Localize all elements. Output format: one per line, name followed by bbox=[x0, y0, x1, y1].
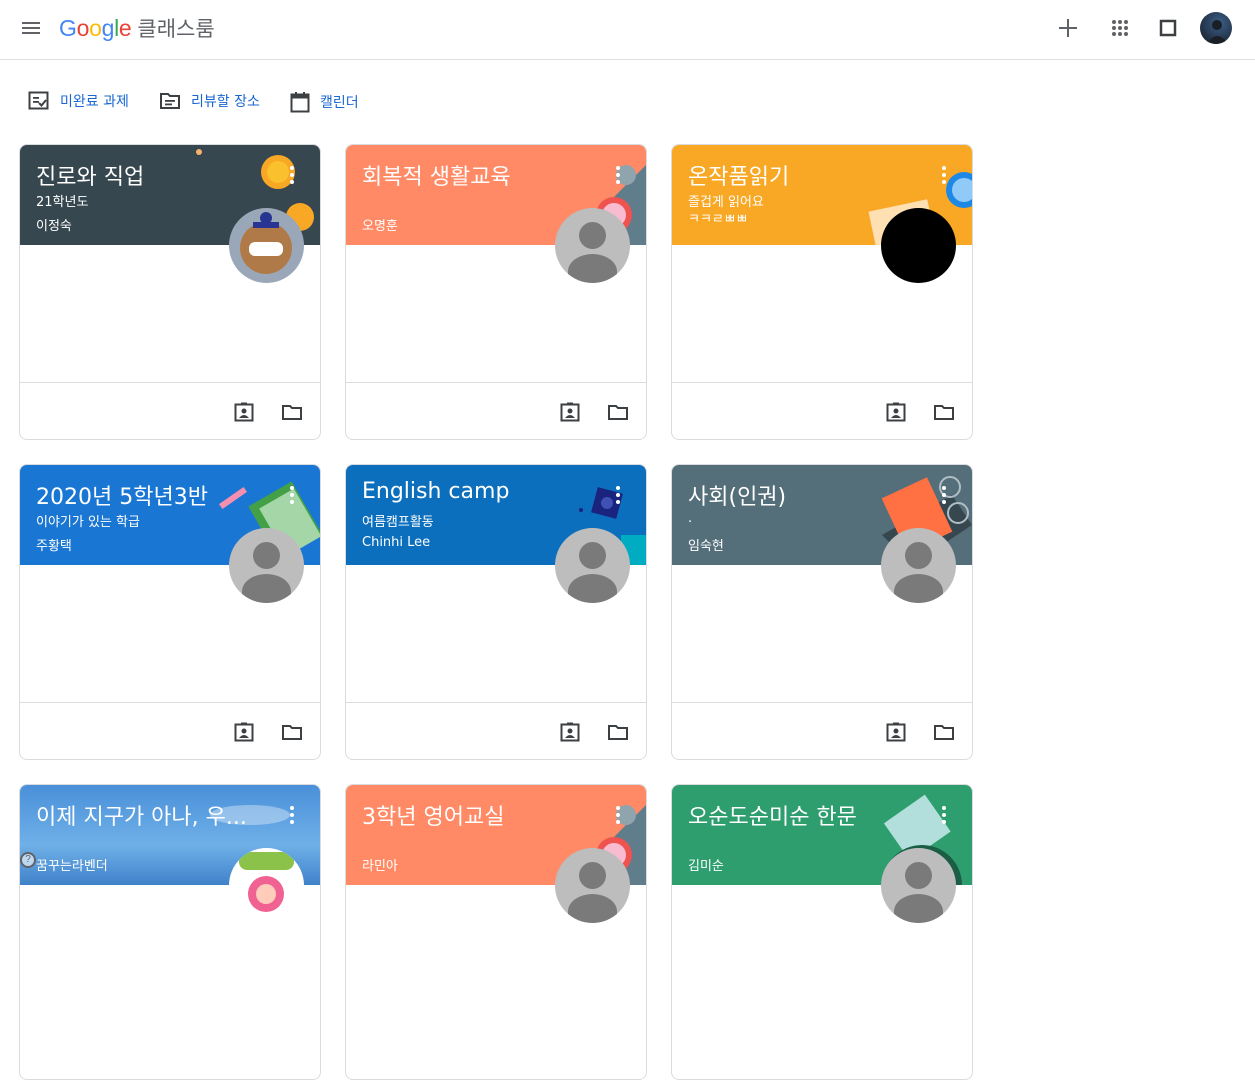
account-avatar[interactable] bbox=[1200, 12, 1232, 44]
folder-icon[interactable] bbox=[607, 401, 629, 423]
card-owner: 꿈꾸는라벤더 bbox=[36, 859, 108, 874]
card-title[interactable]: 2020년 5학년3반 bbox=[36, 479, 208, 511]
card-title[interactable]: 사회(인권) bbox=[688, 479, 786, 511]
card-footer bbox=[672, 382, 972, 439]
class-card[interactable]: 온작품읽기 즐겁게 읽어요 ㅋㅋㄹㅃㅃ bbox=[671, 144, 973, 440]
more-options-icon[interactable] bbox=[934, 485, 954, 505]
class-card[interactable]: 사회(인권) . 임숙현 bbox=[671, 464, 973, 760]
card-title[interactable]: 오순도순미순 한문 bbox=[688, 799, 857, 831]
card-footer bbox=[346, 702, 646, 759]
card-title[interactable]: 진로와 직업 bbox=[36, 159, 144, 191]
calendar-link[interactable]: 캘린더 bbox=[290, 91, 359, 113]
teacher-avatar bbox=[229, 848, 304, 923]
card-section: 즐겁게 읽어요 bbox=[688, 195, 764, 210]
card-footer bbox=[346, 382, 646, 439]
class-card[interactable]: 회복적 생활교육 오명훈 bbox=[345, 144, 647, 440]
menu-icon[interactable] bbox=[18, 15, 44, 41]
folder-icon[interactable] bbox=[281, 721, 303, 743]
card-section: . bbox=[688, 511, 693, 526]
card-owner: ㅋㅋㄹㅃㅃ bbox=[688, 213, 748, 222]
more-options-icon[interactable] bbox=[282, 805, 302, 825]
square-icon[interactable] bbox=[1154, 14, 1182, 42]
folder-icon[interactable] bbox=[607, 721, 629, 743]
more-options-icon[interactable] bbox=[608, 485, 628, 505]
assignments-icon[interactable] bbox=[885, 401, 907, 423]
class-card[interactable]: 이제 지구가 아나, 우... 꿈꾸는라벤더 bbox=[19, 784, 321, 1080]
card-owner: Chinhi Lee bbox=[362, 535, 431, 550]
card-title[interactable]: 회복적 생활교육 bbox=[362, 159, 511, 191]
more-options-icon[interactable] bbox=[934, 805, 954, 825]
sub-navigation: 미완료 과제 리뷰할 장소 캘린더 bbox=[0, 60, 1255, 142]
teacher-avatar bbox=[881, 528, 956, 603]
folder-icon[interactable] bbox=[933, 401, 955, 423]
teacher-avatar bbox=[229, 208, 304, 283]
teacher-avatar bbox=[881, 848, 956, 923]
review-icon bbox=[160, 93, 180, 109]
folder-icon[interactable] bbox=[281, 401, 303, 423]
todo-link[interactable]: 미완료 과제 bbox=[28, 91, 129, 111]
teacher-avatar bbox=[555, 208, 630, 283]
card-section: 여름캠프활동 bbox=[362, 515, 434, 530]
teacher-avatar bbox=[555, 848, 630, 923]
assignments-icon[interactable] bbox=[885, 721, 907, 743]
todo-icon bbox=[28, 91, 49, 110]
card-owner: 주황택 bbox=[36, 539, 72, 554]
teacher-avatar bbox=[881, 208, 956, 283]
assignments-icon[interactable] bbox=[233, 401, 255, 423]
teacher-avatar bbox=[229, 528, 304, 603]
todo-label: 미완료 과제 bbox=[60, 94, 129, 110]
review-link[interactable]: 리뷰할 장소 bbox=[159, 91, 260, 111]
review-label: 리뷰할 장소 bbox=[191, 94, 260, 110]
more-options-icon[interactable] bbox=[608, 805, 628, 825]
card-owner: 김미순 bbox=[688, 859, 724, 874]
card-footer bbox=[672, 702, 972, 759]
calendar-icon bbox=[290, 92, 310, 113]
help-icon[interactable]: ? bbox=[20, 852, 36, 868]
card-owner: 오명훈 bbox=[362, 219, 398, 234]
class-card[interactable]: 오순도순미순 한문 김미순 bbox=[671, 784, 973, 1080]
apps-icon[interactable] bbox=[1106, 14, 1134, 42]
folder-icon[interactable] bbox=[933, 721, 955, 743]
teacher-avatar bbox=[555, 528, 630, 603]
card-section: 21학년도 bbox=[36, 195, 89, 210]
card-footer bbox=[20, 382, 320, 439]
card-title[interactable]: English camp bbox=[362, 479, 509, 504]
card-footer bbox=[20, 702, 320, 759]
card-section: 이야기가 있는 학급 bbox=[36, 515, 140, 530]
class-card[interactable]: 3학년 영어교실 라민아 bbox=[345, 784, 647, 1080]
assignments-icon[interactable] bbox=[233, 721, 255, 743]
card-title[interactable]: 이제 지구가 아나, 우... bbox=[36, 799, 247, 831]
calendar-label: 캘린더 bbox=[320, 95, 359, 111]
card-owner: 라민아 bbox=[362, 859, 398, 874]
product-name: 클래스룸 bbox=[137, 17, 215, 41]
assignments-icon[interactable] bbox=[559, 401, 581, 423]
class-card[interactable]: English camp 여름캠프활동 Chinhi Lee bbox=[345, 464, 647, 760]
more-options-icon[interactable] bbox=[608, 165, 628, 185]
more-options-icon[interactable] bbox=[934, 165, 954, 185]
top-app-bar: Google 클래스룸 bbox=[0, 0, 1255, 60]
more-options-icon[interactable] bbox=[282, 165, 302, 185]
classroom-logo[interactable]: Google 클래스룸 bbox=[59, 13, 215, 43]
class-card[interactable]: 2020년 5학년3반 이야기가 있는 학급 주황택 bbox=[19, 464, 321, 760]
card-title[interactable]: 3학년 영어교실 bbox=[362, 799, 504, 831]
more-options-icon[interactable] bbox=[282, 485, 302, 505]
card-owner: 이정숙 bbox=[36, 219, 72, 234]
class-card[interactable]: 진로와 직업 21학년도 이정숙 bbox=[19, 144, 321, 440]
card-title[interactable]: 온작품읽기 bbox=[688, 159, 789, 191]
assignments-icon[interactable] bbox=[559, 721, 581, 743]
add-icon[interactable] bbox=[1054, 14, 1082, 42]
card-owner: 임숙현 bbox=[688, 539, 724, 554]
google-wordmark: Google bbox=[59, 15, 132, 41]
